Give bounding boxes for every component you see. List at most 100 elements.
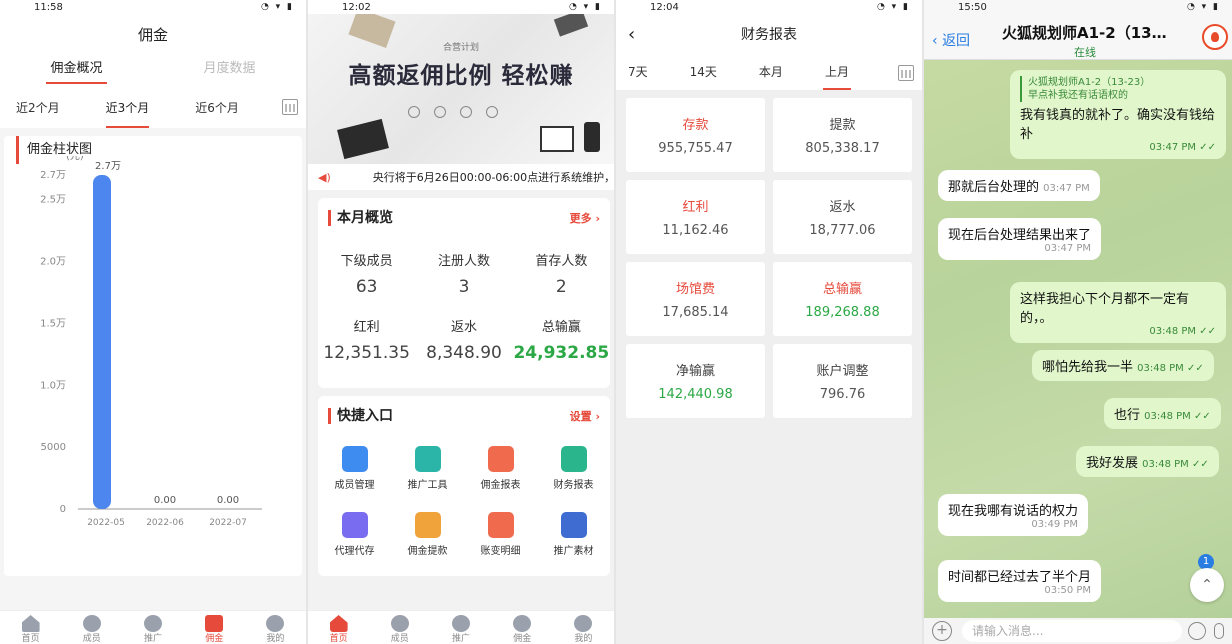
- tab-home[interactable]: 首页: [0, 611, 61, 644]
- promo-banner[interactable]: 合营计划 高额返佣比例 轻松赚: [308, 14, 614, 164]
- status-bar: 11:58 ◔ ▾ ▮: [34, 1, 294, 13]
- quick-entry-label: 推广素材: [553, 546, 594, 557]
- page-title: 佣金: [137, 25, 168, 44]
- tab-promote[interactable]: 推广: [122, 611, 183, 644]
- tab-monthly[interactable]: 月度数据: [153, 54, 306, 88]
- message-outgoing: 也行 03:48 PM ✓✓: [1104, 398, 1221, 429]
- tab-home[interactable]: 首页: [308, 611, 369, 644]
- finance-label: 场馆费: [675, 282, 715, 297]
- overview-stat: 注册人数 3: [415, 244, 512, 310]
- tab-members[interactable]: 成员: [61, 611, 122, 644]
- y-axis-unit: (元): [66, 156, 84, 162]
- x-tick-label: 2022-06: [146, 518, 184, 528]
- microphone-icon[interactable]: [1214, 623, 1224, 639]
- y-tick-label: 1.5万: [40, 318, 66, 329]
- quick-entry-item[interactable]: 账变明细: [464, 506, 537, 572]
- finance-card[interactable]: 返水 18,777.06: [773, 180, 912, 254]
- more-link[interactable]: 更多 ›: [570, 210, 600, 226]
- quick-entry-item[interactable]: 推广素材: [537, 506, 610, 572]
- calendar-icon[interactable]: [282, 99, 298, 115]
- finance-label: 净输赢: [675, 364, 715, 379]
- banner-subtitle: 合营计划: [442, 43, 479, 53]
- online-status: 在线: [1074, 46, 1096, 59]
- overview-stat: 总输赢 24,932.85: [513, 310, 610, 376]
- finance-card[interactable]: 场馆费 17,685.14: [626, 262, 765, 336]
- tab-members[interactable]: 成员: [369, 611, 430, 644]
- quick-entry-icon: [560, 446, 587, 472]
- stat-label: 首存人数: [535, 254, 588, 269]
- quick-entry: 快捷入口 设置 › 成员管理 推广工具 佣金报表 财务报表 代理代存 佣金提款 账变明细 推广…: [318, 396, 610, 576]
- attach-icon[interactable]: +: [932, 621, 952, 641]
- members-icon: [390, 615, 409, 632]
- reply-quote[interactable]: 火狐规划师A1-2（13-23） 早点补我还有话语权的: [1020, 76, 1216, 102]
- quick-grid: 成员管理 推广工具 佣金报表 财务报表代理代存 佣金提款 账变明细 推广素材: [318, 436, 610, 576]
- quick-entry-item[interactable]: 佣金报表: [464, 440, 537, 506]
- finance-grid: 存款 955,755.47 提款 805,338.17 红利 11,162.46 返水 18,…: [616, 90, 922, 426]
- stat-value: 12,351.35: [323, 343, 410, 363]
- quick-entry-item[interactable]: 推广工具: [391, 440, 464, 506]
- scroll-down-button[interactable]: ⌃: [1190, 568, 1224, 602]
- bar: [93, 175, 111, 509]
- range-14-days[interactable]: 14天: [690, 60, 717, 84]
- status-bar: 15:50 ◔ ▾ ▮: [924, 0, 1232, 14]
- quick-entry-label: 财务报表: [553, 480, 594, 491]
- message-outgoing: 这样我担心下个月都不一定有的，。 03:48 PM ✓✓: [1010, 282, 1226, 343]
- back-arrow-icon[interactable]: ‹: [628, 24, 635, 45]
- finance-card[interactable]: 总输赢 189,268.88: [773, 262, 912, 336]
- tab-commission[interactable]: 佣金: [184, 611, 245, 644]
- banner-title: 高额返佣比例 轻松赚: [348, 63, 574, 89]
- message-incoming: 现在我哪有说话的权力 03:49 PM: [938, 494, 1089, 536]
- range-6-months[interactable]: 近6个月: [195, 94, 239, 122]
- chat-header: ‹ 返回 火狐规划师A1-2（13… 在线: [924, 14, 1232, 60]
- finance-card[interactable]: 账户调整 796.76: [773, 344, 912, 418]
- finance-label: 账户调整: [816, 364, 869, 379]
- clock: 11:58: [34, 1, 63, 13]
- quick-entry-item[interactable]: 代理代存: [318, 506, 391, 572]
- promote-icon: [144, 615, 162, 632]
- yen-icon: [205, 615, 224, 632]
- tab-mine[interactable]: 我的: [245, 611, 306, 644]
- settings-link[interactable]: 设置 ›: [570, 408, 600, 424]
- range-selector: 近2个月 近3个月 近6个月: [0, 88, 306, 128]
- bar-value-label: 2.7万: [95, 161, 121, 172]
- tab-mine[interactable]: 我的: [553, 611, 614, 644]
- tab-overview[interactable]: 佣金概况: [0, 54, 153, 88]
- message-incoming: 时间都已经过去了半个月 03:50 PM: [938, 560, 1102, 602]
- home-icon: [329, 615, 348, 632]
- back-button[interactable]: ‹ 返回: [932, 30, 970, 50]
- y-tick-label: 5000: [41, 442, 66, 453]
- range-last-month[interactable]: 上月: [822, 60, 851, 90]
- finance-value: 17,685.14: [662, 305, 729, 320]
- overview-stat: 下级成员 63: [318, 244, 415, 310]
- contact-avatar[interactable]: [1202, 24, 1228, 50]
- monthly-overview: 本月概览 更多 › 下级成员 63 注册人数 3 首存人数 2 红利 12,351.35 返水 8…: [318, 198, 610, 388]
- finance-card[interactable]: 红利 11,162.46: [626, 180, 765, 254]
- notice-bar[interactable]: ◀) 央行将于6月26日00:00-06:00点进行系统维护，: [308, 164, 614, 190]
- tab-promote[interactable]: 推广: [430, 611, 491, 644]
- quick-entry-item[interactable]: 财务报表: [537, 440, 610, 506]
- range-7-days[interactable]: 7天: [628, 60, 648, 84]
- emoji-icon[interactable]: [1188, 622, 1206, 640]
- quick-entry-item[interactable]: 佣金提款: [391, 506, 464, 572]
- finance-card[interactable]: 存款 955,755.47: [626, 98, 765, 172]
- x-tick-label: 2022-07: [209, 518, 247, 528]
- quick-entry-icon: [560, 512, 587, 538]
- tab-commission[interactable]: 佣金: [492, 611, 553, 644]
- calendar-icon[interactable]: [898, 65, 914, 81]
- home-screen: 12:02 ◔ ▾ ▮ 合营计划 高额返佣比例 轻松赚 ◀) 央行将于6月26日0…: [308, 0, 616, 644]
- message-input-bar: + 请输入消息...: [924, 618, 1232, 644]
- range-2-months[interactable]: 近2个月: [16, 94, 60, 122]
- finance-card[interactable]: 净输赢 142,440.98: [626, 344, 765, 418]
- message-incoming: 那就后台处理的 03:47 PM: [938, 170, 1100, 201]
- finance-value: 11,162.46: [662, 223, 729, 238]
- promote-icon: [452, 615, 470, 632]
- quick-entry-item[interactable]: 成员管理: [318, 440, 391, 506]
- range-3-months[interactable]: 近3个月: [105, 94, 149, 128]
- message-input[interactable]: 请输入消息...: [962, 620, 1182, 642]
- bar-value-label: 0.00: [217, 495, 239, 506]
- y-tick-label: 0: [60, 504, 66, 515]
- finance-card[interactable]: 提款 805,338.17: [773, 98, 912, 172]
- range-this-month[interactable]: 本月: [759, 60, 783, 84]
- quick-entry-icon: [487, 512, 514, 538]
- commission-screen: 11:58 ◔ ▾ ▮ 佣金 佣金概况 月度数据 近2个月 近3个月 近6个月 佣…: [0, 0, 308, 644]
